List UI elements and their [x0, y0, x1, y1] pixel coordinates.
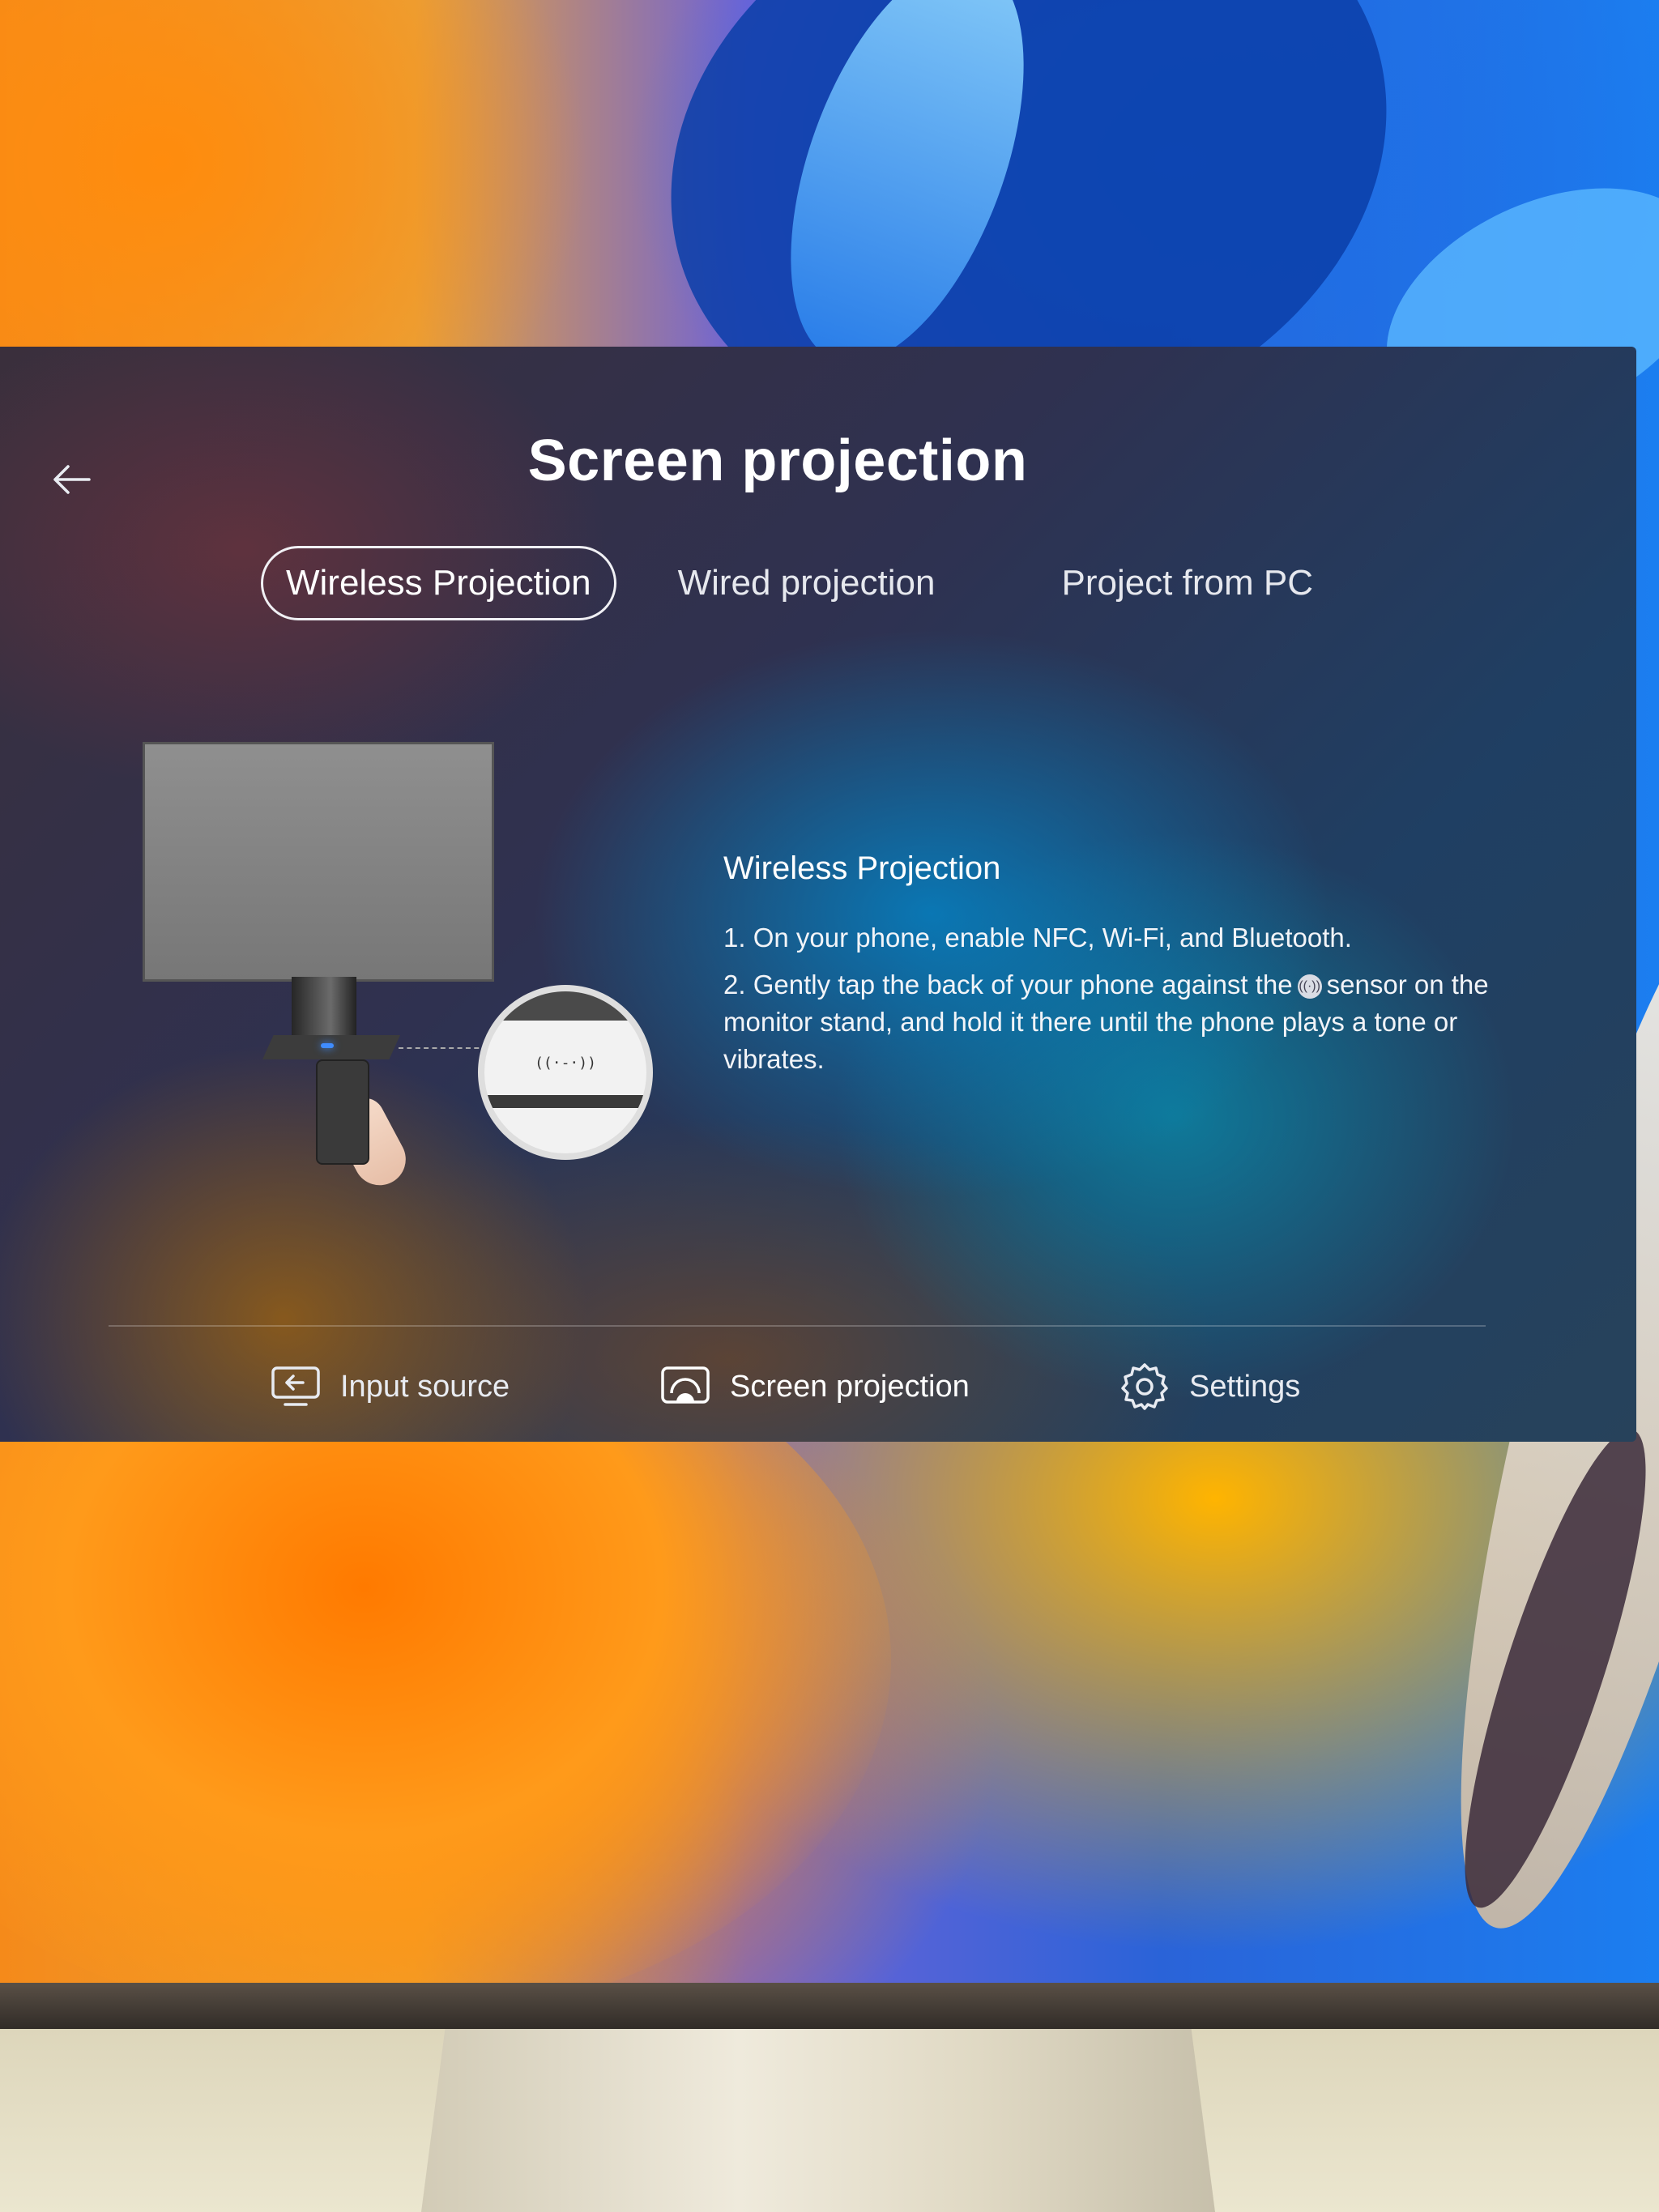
- zoom-top-bar: [484, 991, 646, 1021]
- zoom-bottom-bar: [484, 1095, 646, 1108]
- input-source-icon: [269, 1360, 322, 1413]
- illustration-sensor-led: [321, 1043, 334, 1048]
- screen-projection-icon: [659, 1360, 712, 1413]
- nav-input-source[interactable]: Input source: [269, 1354, 510, 1419]
- instructions: Wireless Projection 1. On your phone, en…: [723, 850, 1517, 1088]
- instruction-step-2-part1: 2. Gently tap the back of your phone aga…: [723, 970, 1293, 999]
- nfc-sensor-mark: ((·-·)): [535, 1055, 596, 1072]
- nav-screen-projection-label: Screen projection: [730, 1369, 970, 1404]
- screen-projection-panel: Screen projection Wireless Projection Wi…: [0, 347, 1636, 1442]
- gear-icon: [1118, 1360, 1171, 1413]
- illustration-zoom-circle: ((·-·)): [478, 985, 653, 1160]
- nfc-tap-illustration: ((·-·)): [138, 742, 656, 1196]
- monitor-bezel: [0, 1983, 1659, 2031]
- tab-project-from-pc[interactable]: Project from PC: [1038, 546, 1336, 620]
- nav-input-source-label: Input source: [340, 1369, 510, 1404]
- nfc-icon: ((·)): [1297, 974, 1322, 999]
- instruction-step-2: 2. Gently tap the back of your phone aga…: [723, 966, 1517, 1078]
- page-title: Screen projection: [527, 428, 1028, 493]
- nav-settings[interactable]: Settings: [1118, 1354, 1300, 1419]
- nav-screen-projection[interactable]: Screen projection: [659, 1354, 970, 1419]
- tab-wireless-projection[interactable]: Wireless Projection: [261, 546, 616, 620]
- projection-tabs: Wireless Projection Wired projection Pro…: [261, 544, 1336, 622]
- instructions-title: Wireless Projection: [723, 850, 1001, 886]
- bottom-divider: [109, 1325, 1486, 1327]
- instruction-step-1: 1. On your phone, enable NFC, Wi-Fi, and…: [723, 923, 1352, 953]
- illustration-monitor: [143, 742, 494, 982]
- illustration-phone: [316, 1059, 369, 1165]
- tab-wired-projection[interactable]: Wired projection: [655, 546, 958, 620]
- illustration-stand-neck: [292, 977, 356, 1035]
- nav-settings-label: Settings: [1189, 1369, 1301, 1404]
- monitor-stand: [421, 2029, 1215, 2212]
- bottom-navigation: Input source Screen projection Settings: [0, 1335, 1636, 1440]
